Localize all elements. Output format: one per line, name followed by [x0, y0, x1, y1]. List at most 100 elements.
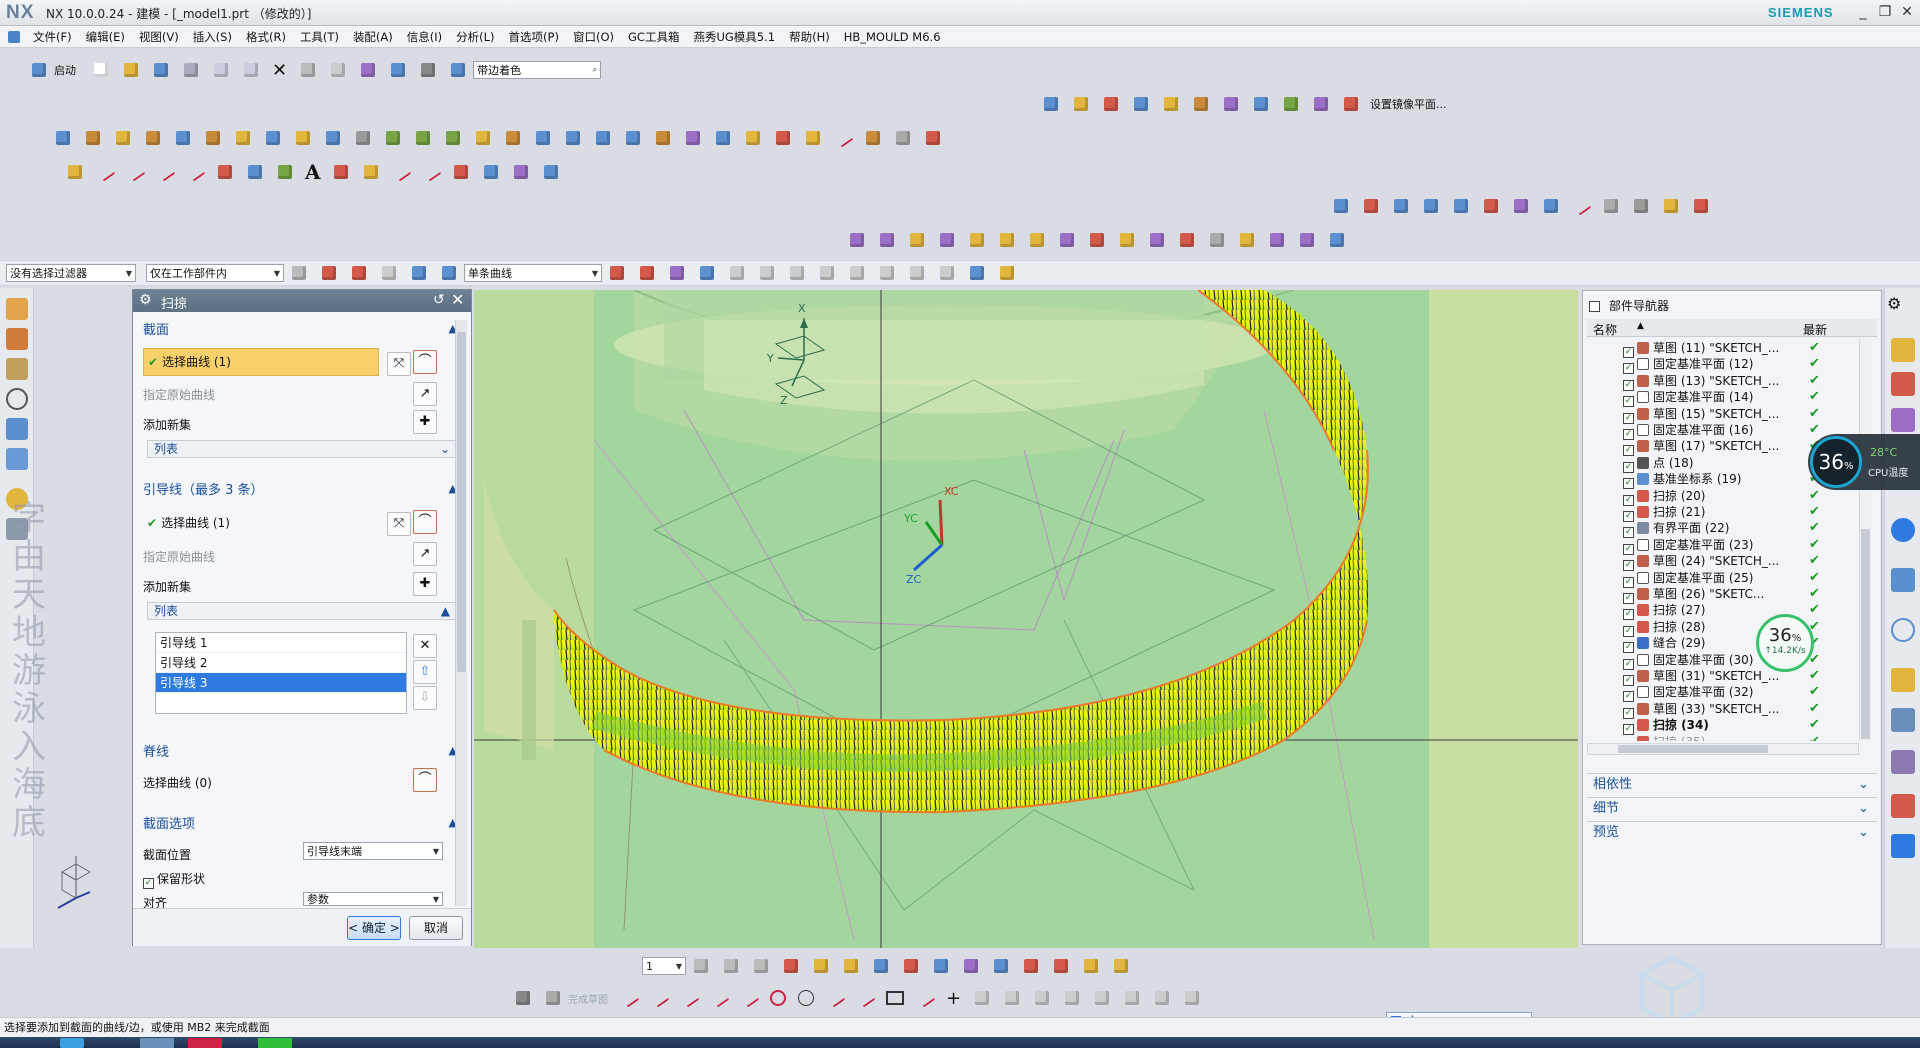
- menu-edit[interactable]: 编辑(E): [79, 29, 132, 45]
- offset-curve-icon[interactable]: [244, 161, 266, 183]
- rb-tool-3-icon[interactable]: [1891, 408, 1915, 432]
- snap-control-point-icon[interactable]: [786, 262, 808, 284]
- close-window-button[interactable]: ✕: [1896, 2, 1918, 22]
- sync-tool-1-icon[interactable]: [1330, 195, 1352, 217]
- menu-view[interactable]: 视图(V): [132, 29, 186, 45]
- sketch-line-icon[interactable]: [648, 987, 670, 1009]
- start-icon[interactable]: [28, 59, 50, 81]
- menu-help[interactable]: 帮助(H): [782, 29, 837, 45]
- trim-curve-icon[interactable]: [420, 161, 442, 183]
- add-set-icon[interactable]: ✚: [413, 572, 437, 596]
- close-icon[interactable]: ✕: [451, 290, 464, 309]
- sketch-spline-icon[interactable]: [708, 987, 730, 1009]
- reverse-direction-icon[interactable]: ⤧: [387, 512, 411, 536]
- composite-curve-icon[interactable]: [390, 161, 412, 183]
- list-item[interactable]: 引导线 1: [156, 633, 406, 653]
- sync-tool-7-icon[interactable]: [1510, 195, 1532, 217]
- datum-axis-icon[interactable]: [832, 127, 854, 149]
- rb-tool-4-icon[interactable]: [1891, 518, 1915, 542]
- mold-tool-5-icon[interactable]: [966, 229, 988, 251]
- zoom-icon[interactable]: [900, 955, 922, 977]
- feature-tree[interactable]: ✓ 草图 (11) "SKETCH_... ✔ ✓ 固定基准平面 (12) ✔ ✓ 草图 (1…: [1583, 339, 1863, 741]
- rb-tool-9-icon[interactable]: [1891, 794, 1915, 818]
- snap-intersection-icon[interactable]: [816, 262, 838, 284]
- dependencies-panel[interactable]: 相依性 ⌄: [1587, 773, 1877, 795]
- part-info-icon[interactable]: [447, 59, 469, 81]
- rb-tool-8-icon[interactable]: [1891, 750, 1915, 774]
- render-style-select[interactable]: 带边着色 ⌕: [473, 61, 602, 79]
- sync-tool-13-icon[interactable]: [1690, 195, 1712, 217]
- start-label[interactable]: 启动: [54, 62, 76, 78]
- layer-select[interactable]: 1 ▼: [642, 957, 686, 975]
- rb-tool-2-icon[interactable]: [1891, 372, 1915, 396]
- mirror-sketch-icon[interactable]: [1151, 987, 1173, 1009]
- section-options-header[interactable]: 截面选项 ▲: [137, 810, 463, 834]
- section-header[interactable]: 截面 ▲: [137, 316, 463, 340]
- constraint-icon[interactable]: [1091, 987, 1113, 1009]
- offset-face-icon[interactable]: [652, 127, 674, 149]
- net-monitor[interactable]: 36% ↑14.2K/s: [1756, 614, 1814, 672]
- rb-tool-10-icon[interactable]: [1891, 834, 1915, 858]
- reuse-library-tab-icon[interactable]: [6, 388, 28, 410]
- copy-icon[interactable]: [210, 59, 232, 81]
- studio-spline-icon[interactable]: [184, 161, 206, 183]
- mirror-plane-icon[interactable]: [1340, 93, 1362, 115]
- rb-tool-1-icon[interactable]: [1891, 338, 1915, 362]
- guides-list[interactable]: 引导线 1 引导线 2 引导线 3: [155, 632, 407, 714]
- profile-icon[interactable]: [618, 987, 640, 1009]
- fillet-icon[interactable]: [824, 987, 846, 1009]
- curve-select-icon[interactable]: ⌒: [413, 768, 437, 792]
- menu-gc-toolbox[interactable]: GC工具箱: [621, 29, 686, 45]
- helix-icon[interactable]: [214, 161, 236, 183]
- pan-icon[interactable]: [960, 955, 982, 977]
- revolve-icon[interactable]: [202, 127, 224, 149]
- snap-existing-point-icon[interactable]: [906, 262, 928, 284]
- tree-item[interactable]: ✓扫掠 (35)✔: [1589, 733, 1859, 741]
- scale-body-icon[interactable]: [742, 127, 764, 149]
- snap-quadrant-icon[interactable]: [876, 262, 898, 284]
- extrude-icon[interactable]: [52, 127, 74, 149]
- origin-curve-icon[interactable]: ↗: [413, 542, 437, 566]
- mold-tool-14-icon[interactable]: [1236, 229, 1258, 251]
- select-body-icon[interactable]: [408, 262, 430, 284]
- menu-file[interactable]: 文件(F): [26, 29, 79, 45]
- ok-button[interactable]: < 确定 >: [347, 916, 401, 940]
- copy-to-layer-icon[interactable]: [750, 955, 772, 977]
- tree-scrollbar[interactable]: [1859, 339, 1871, 741]
- scrollbar-thumb[interactable]: [1618, 745, 1768, 753]
- wcs-icon[interactable]: [780, 955, 802, 977]
- measure-body-icon[interactable]: [1080, 955, 1102, 977]
- guides-select-curve[interactable]: ✔ 选择曲线 (1): [143, 512, 379, 536]
- analysis-icon[interactable]: [922, 127, 944, 149]
- arc-icon[interactable]: [154, 161, 176, 183]
- circle-icon[interactable]: [770, 990, 786, 1006]
- scope-filter-select[interactable]: 仅在工作部件内 ▼: [146, 264, 284, 282]
- snap-midpoint-icon[interactable]: [756, 262, 778, 284]
- mold-tool-3-icon[interactable]: [906, 229, 928, 251]
- extend-icon[interactable]: [1031, 987, 1053, 1009]
- mirror-plane-label[interactable]: 设置镜像平面...: [1370, 96, 1447, 112]
- sync-tool-9-icon[interactable]: [1570, 195, 1592, 217]
- bridge-curve-icon[interactable]: [360, 161, 382, 183]
- text-icon[interactable]: A: [305, 160, 321, 184]
- menu-hb-mould[interactable]: HB_MOULD M6.6: [837, 30, 948, 44]
- mold-tool-9-icon[interactable]: [1086, 229, 1108, 251]
- reset-icon[interactable]: ↺: [433, 292, 445, 308]
- minimize-button[interactable]: _: [1852, 2, 1874, 22]
- add-set-icon[interactable]: ✚: [413, 410, 437, 434]
- extract-curve-icon[interactable]: [450, 161, 472, 183]
- edge-blend-icon[interactable]: [472, 127, 494, 149]
- graphics-viewport[interactable]: X Y Z XC YC ZC: [474, 290, 1578, 948]
- mold-tool-1-icon[interactable]: [846, 229, 868, 251]
- chain-within-feature-icon[interactable]: [666, 262, 688, 284]
- sphere-icon[interactable]: [172, 127, 194, 149]
- constraint-navigator-tab-icon[interactable]: [6, 358, 28, 380]
- split-body-icon[interactable]: [682, 127, 704, 149]
- keep-shape-checkbox[interactable]: ✓ 保留形状: [143, 870, 205, 889]
- pattern-sketch-icon[interactable]: [1181, 987, 1203, 1009]
- assembly-navigator-tab-icon[interactable]: [6, 328, 28, 350]
- curve-select-icon[interactable]: ⌒: [413, 510, 437, 534]
- origin-curve-icon[interactable]: ↗: [413, 382, 437, 406]
- mold-tool-10-icon[interactable]: [1116, 229, 1138, 251]
- datum-csys-icon[interactable]: [862, 127, 884, 149]
